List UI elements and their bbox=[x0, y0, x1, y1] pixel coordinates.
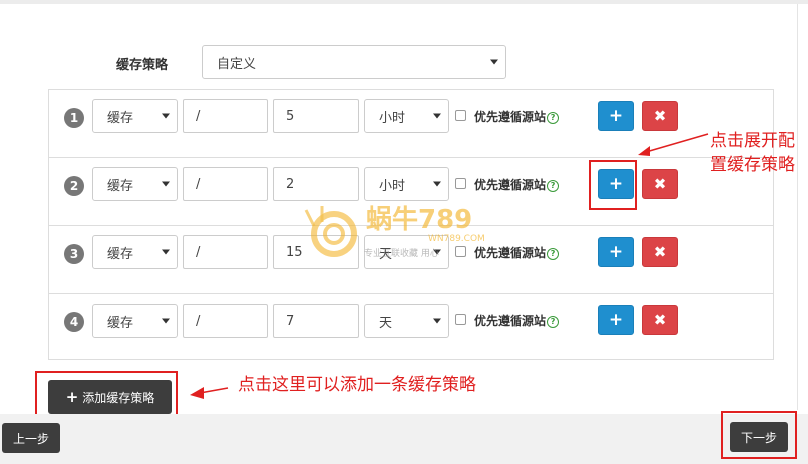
delete-rule-button[interactable]: ✖ bbox=[642, 237, 678, 267]
expand-rule-button[interactable]: + bbox=[598, 237, 634, 267]
rule-action-value: 缓存 bbox=[107, 315, 134, 331]
priority-label: 优先遵循源站? bbox=[474, 312, 560, 329]
top-bar bbox=[0, 0, 808, 4]
chevron-down-icon bbox=[162, 113, 170, 119]
rule-amount-input[interactable]: 7 bbox=[273, 304, 359, 338]
close-icon: ✖ bbox=[653, 243, 667, 261]
rule-action-value: 缓存 bbox=[107, 110, 134, 126]
prev-step-button[interactable]: 上一步 bbox=[2, 423, 60, 453]
rule-action-select[interactable]: 缓存 bbox=[92, 99, 178, 133]
priority-label: 优先遵循源站? bbox=[474, 176, 560, 193]
annotation-add: 点击这里可以添加一条缓存策略 bbox=[238, 375, 476, 395]
rule-unit-select[interactable]: 小时 bbox=[364, 99, 449, 133]
expand-rule-button[interactable]: + bbox=[598, 305, 634, 335]
chevron-down-icon bbox=[490, 59, 498, 65]
watermark-brand: 蜗牛789 bbox=[366, 205, 472, 235]
priority-label: 优先遵循源站? bbox=[474, 108, 560, 125]
highlight-box-expand bbox=[589, 160, 637, 210]
help-icon[interactable]: ? bbox=[547, 247, 560, 260]
chevron-down-icon bbox=[162, 249, 170, 255]
rule-path-input[interactable]: / bbox=[183, 304, 268, 338]
scrollbar-track bbox=[797, 4, 798, 410]
plus-icon: + bbox=[608, 106, 624, 126]
rule-path-input[interactable]: / bbox=[183, 99, 268, 133]
rule-index-badge: 2 bbox=[64, 176, 84, 196]
priority-label-text: 优先遵循源站 bbox=[474, 314, 547, 328]
chevron-down-icon bbox=[433, 181, 441, 187]
rule-index-badge: 3 bbox=[64, 244, 84, 264]
annotation-expand: 点击展开配 置缓存策略 bbox=[710, 129, 795, 177]
chevron-down-icon bbox=[433, 113, 441, 119]
rule-path-input[interactable]: / bbox=[183, 235, 268, 269]
delete-rule-button[interactable]: ✖ bbox=[642, 305, 678, 335]
plus-icon: + bbox=[608, 242, 624, 262]
help-icon[interactable]: ? bbox=[547, 315, 560, 328]
close-icon: ✖ bbox=[653, 175, 667, 193]
priority-checkbox[interactable] bbox=[455, 178, 466, 189]
footer-bar bbox=[0, 414, 808, 464]
chevron-down-icon bbox=[162, 318, 170, 324]
expand-rule-button[interactable]: + bbox=[598, 101, 634, 131]
rule-unit-select[interactable]: 小时 bbox=[364, 167, 449, 201]
arrow-annotation-icon bbox=[638, 133, 709, 156]
highlight-box-next bbox=[721, 411, 797, 459]
strategy-label: 缓存策略 bbox=[116, 58, 169, 73]
priority-checkbox[interactable] bbox=[455, 314, 466, 325]
rule-unit-value: 小时 bbox=[379, 110, 406, 126]
priority-label-text: 优先遵循源站 bbox=[474, 110, 547, 124]
arrow-annotation-icon bbox=[190, 387, 229, 399]
delete-rule-button[interactable]: ✖ bbox=[642, 169, 678, 199]
rule-amount-input[interactable]: 5 bbox=[273, 99, 359, 133]
rule-action-select[interactable]: 缓存 bbox=[92, 304, 178, 338]
rule-amount-input[interactable]: 2 bbox=[273, 167, 359, 201]
priority-label-text: 优先遵循源站 bbox=[474, 178, 547, 192]
rule-action-value: 缓存 bbox=[107, 178, 134, 194]
close-icon: ✖ bbox=[653, 311, 667, 329]
help-icon[interactable]: ? bbox=[547, 179, 560, 192]
rule-path-input[interactable]: / bbox=[183, 167, 268, 201]
close-icon: ✖ bbox=[653, 107, 667, 125]
annotation-expand-line2: 置缓存策略 bbox=[710, 155, 795, 175]
watermark-slogan: 专业互联收藏 用心 bbox=[364, 247, 439, 259]
watermark-domain: WN789.COM bbox=[428, 234, 485, 244]
chevron-down-icon bbox=[162, 181, 170, 187]
watermark-logo: 蜗牛789 WN789.COM 专业互联收藏 用心 bbox=[304, 205, 485, 259]
rule-index-badge: 4 bbox=[64, 312, 84, 332]
rule-index-badge: 1 bbox=[64, 108, 84, 128]
strategy-select[interactable]: 自定义 bbox=[202, 45, 506, 79]
chevron-down-icon bbox=[433, 318, 441, 324]
rule-divider bbox=[49, 293, 773, 294]
rule-unit-select[interactable]: 天 bbox=[364, 304, 449, 338]
rule-action-value: 缓存 bbox=[107, 246, 134, 262]
delete-rule-button[interactable]: ✖ bbox=[642, 101, 678, 131]
rule-action-select[interactable]: 缓存 bbox=[92, 235, 178, 269]
priority-checkbox[interactable] bbox=[455, 110, 466, 121]
rule-unit-value: 天 bbox=[379, 315, 393, 331]
help-icon[interactable]: ? bbox=[547, 111, 560, 124]
annotation-expand-line1: 点击展开配 bbox=[710, 131, 795, 151]
strategy-select-value: 自定义 bbox=[217, 56, 257, 72]
rule-action-select[interactable]: 缓存 bbox=[92, 167, 178, 201]
plus-icon: + bbox=[608, 310, 624, 330]
rule-unit-value: 小时 bbox=[379, 178, 406, 194]
